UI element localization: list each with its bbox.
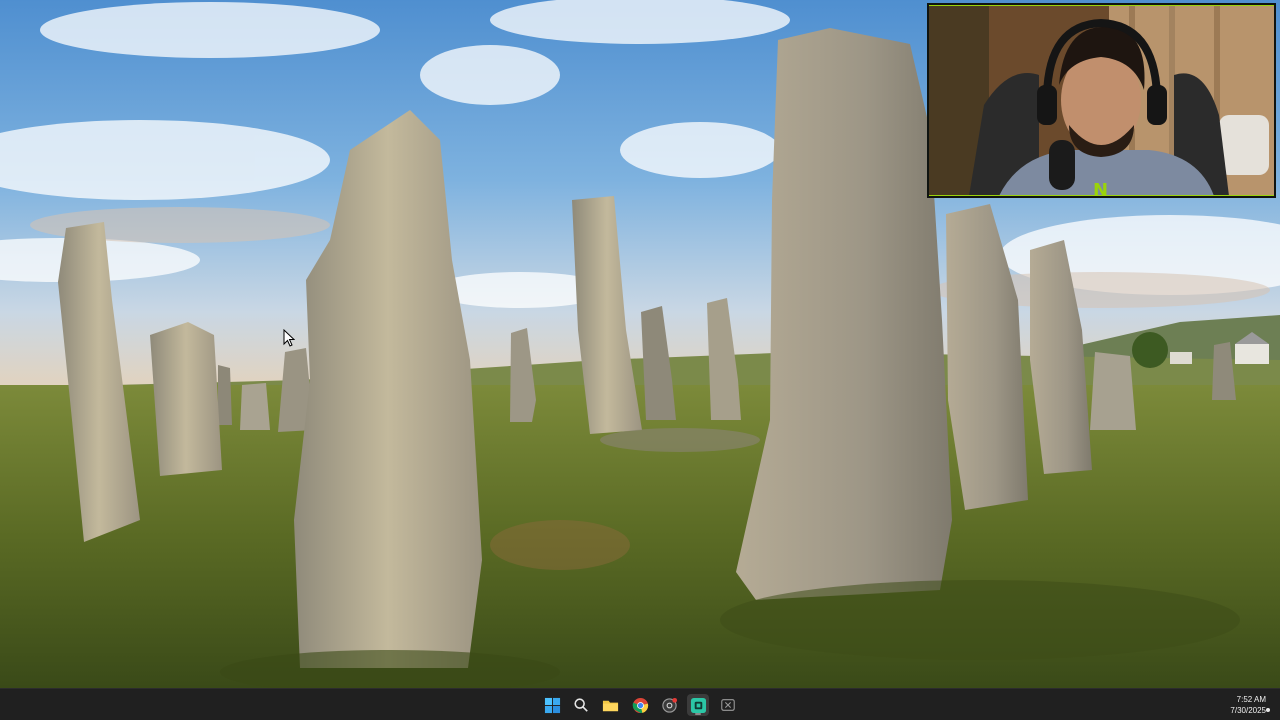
streamer-webcam-feed: N [929,5,1274,196]
recorder-icon[interactable] [658,694,680,716]
notification-icon[interactable] [1266,708,1270,712]
active-app-indicator [695,713,701,715]
taskbar: 7:52 AM 7/30/2025 [0,688,1280,720]
clock-date: 7/30/2025 [1230,706,1266,715]
windows-start-icon[interactable] [541,694,563,716]
mouse-cursor-icon [283,329,295,347]
clock-time: 7:52 AM [1236,695,1266,704]
search-icon[interactable] [570,694,592,716]
xbox-icon[interactable] [717,694,739,716]
webcam-logo: N [1093,180,1108,196]
chrome-icon[interactable] [629,694,651,716]
file-explorer-icon[interactable] [599,694,621,716]
active-app-icon[interactable] [687,694,709,716]
system-clock[interactable]: 7:52 AM 7/30/2025 [1206,694,1266,716]
webcam-overlay: N [927,3,1276,198]
desktop: N [0,0,1280,688]
